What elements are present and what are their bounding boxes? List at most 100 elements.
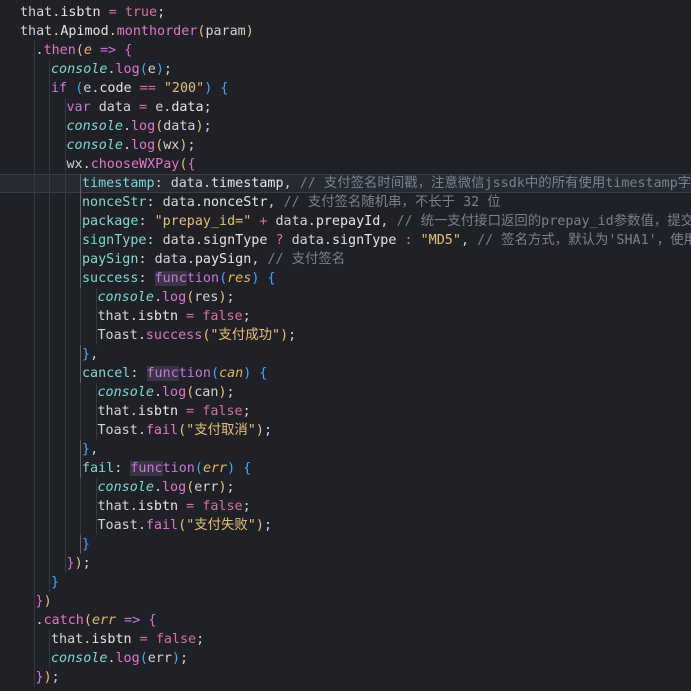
code-line[interactable]: success: function(res) {	[0, 269, 691, 288]
code-text: that.isbtn = false;	[20, 632, 204, 647]
code-token-punc: :	[130, 366, 147, 381]
code-token-brace3: )	[155, 62, 164, 77]
code-line[interactable]: Toast.success("支付成功");	[0, 326, 691, 345]
code-text: var data = e.data;	[20, 100, 212, 115]
code-token-str: "MD5"	[420, 233, 461, 248]
code-line[interactable]: paySign: data.paySign, // 支付签名	[0, 250, 691, 269]
code-token-punc: .	[82, 157, 91, 172]
code-token-punc: ;	[187, 138, 196, 153]
code-token-method: log	[162, 480, 187, 495]
code-text: wx.chooseWXPay({	[20, 157, 196, 172]
code-token-punc: .	[122, 138, 131, 153]
code-line[interactable]: console.log(e);	[0, 60, 691, 79]
code-token-op: ?	[267, 233, 292, 248]
code-token-op: ==	[131, 81, 164, 96]
code-line[interactable]: that.isbtn = false;	[0, 497, 691, 516]
code-line[interactable]: }	[0, 573, 691, 592]
code-line[interactable]: console.log(wx);	[0, 136, 691, 155]
code-line[interactable]: })	[0, 592, 691, 611]
code-token-var: e	[147, 62, 156, 77]
code-token-brace1: )	[280, 328, 289, 343]
code-token-method: log	[115, 62, 140, 77]
code-line[interactable]: console.log(data);	[0, 117, 691, 136]
code-text: fail: function(err) {	[20, 461, 251, 476]
code-token-prop: code	[99, 81, 132, 96]
code-line[interactable]: console.log(res);	[0, 288, 691, 307]
code-token-var: wx	[66, 157, 83, 172]
code-token-brace3: (	[219, 271, 228, 286]
code-line[interactable]: that.isbtn = false;	[0, 402, 691, 421]
code-token-var: res	[194, 290, 219, 305]
code-token-punc: :	[146, 233, 163, 248]
code-token-op: =	[131, 100, 156, 115]
code-line[interactable]: console.log(can);	[0, 383, 691, 402]
code-token-bool: true	[124, 5, 158, 20]
code-token-punc: :	[138, 252, 155, 267]
code-line[interactable]: that.Apimod.monthorder(param)	[0, 22, 691, 41]
code-line[interactable]: Toast.fail("支付取消");	[0, 421, 691, 440]
code-text: },	[20, 442, 98, 457]
code-line[interactable]: }	[0, 535, 691, 554]
code-text: success: function(res) {	[20, 271, 276, 286]
code-text: paySign: data.paySign, // 支付签名	[20, 252, 345, 267]
code-token-arrow: =>	[116, 613, 149, 628]
code-token-comment: // 签名方式，默认为'SHA1'，使用新版支付需	[477, 233, 691, 248]
code-token-str: "支付失败"	[186, 518, 256, 533]
code-line[interactable]: signType: data.signType ? data.signType …	[0, 231, 691, 250]
code-token-punc: ;	[242, 309, 251, 324]
code-line[interactable]: .catch(err => {	[0, 611, 691, 630]
code-token-brace1: )	[245, 24, 254, 39]
code-line[interactable]: timestamp: data.timestamp, // 支付签名时间戳，注意…	[0, 174, 691, 193]
code-line[interactable]: .then(e => {	[0, 41, 691, 60]
code-line[interactable]: },	[0, 345, 691, 364]
code-token-brace2: {	[187, 157, 196, 172]
code-token-comment: // 统一支付接口返回的prepay_id参数值，提交格式如	[396, 214, 691, 229]
code-token-comment: // 支付签名	[267, 252, 346, 267]
code-token-punc: .	[186, 252, 195, 267]
code-token-punc: .	[35, 613, 44, 628]
code-token-brace1: (	[83, 613, 92, 628]
code-token-brace1: )	[43, 670, 52, 685]
code-text: Toast.fail("支付取消");	[20, 423, 273, 438]
code-token-var: wx	[163, 138, 180, 153]
code-token-punc: ,	[90, 347, 99, 362]
code-line[interactable]: wx.chooseWXPay({	[0, 155, 691, 174]
code-text: if (e.code == "200") {	[20, 81, 228, 96]
code-token-punc: .	[122, 119, 131, 134]
code-token-var: err	[147, 651, 172, 666]
code-line[interactable]: Toast.fail("支付失败");	[0, 516, 691, 535]
code-token-brace3: (	[139, 651, 148, 666]
code-line[interactable]: that.isbtn = true;	[0, 3, 691, 22]
code-token-brace3: {	[259, 366, 268, 381]
code-line[interactable]: });	[0, 668, 691, 687]
code-token-arrow: =>	[91, 43, 125, 58]
code-line[interactable]: nonceStr: data.nonceStr, // 支付签名随机串，不长于 …	[0, 193, 691, 212]
code-token-key: fail	[82, 461, 115, 476]
code-line[interactable]: cancel: function(can) {	[0, 364, 691, 383]
code-token-str: "支付成功"	[210, 328, 281, 343]
code-line[interactable]: var data = e.data;	[0, 98, 691, 117]
code-line[interactable]: });	[0, 554, 691, 573]
code-token-brace2: }	[35, 670, 44, 685]
code-line[interactable]: },	[0, 440, 691, 459]
code-line[interactable]: if (e.code == "200") {	[0, 79, 691, 98]
code-line[interactable]: package: "prepay_id=" + data.prepayId, /…	[0, 212, 691, 231]
code-line[interactable]: that.isbtn = false;	[0, 630, 691, 649]
code-token-brace1: )	[195, 119, 204, 134]
code-line[interactable]: console.log(err);	[0, 649, 691, 668]
code-token-prop: isbtn	[137, 404, 179, 419]
code-token-method: chooseWXPay	[90, 157, 180, 172]
code-token-key: package	[82, 214, 139, 229]
code-text: });	[20, 556, 91, 571]
code-token-console: console	[97, 480, 154, 495]
code-token-var: data	[154, 252, 187, 267]
code-area[interactable]: that.isbtn = true; that.Apimod.monthorder…	[0, 3, 691, 687]
code-line[interactable]: fail: function(err) {	[0, 459, 691, 478]
code-editor[interactable]: that.isbtn = true; that.Apimod.monthorder…	[0, 0, 691, 691]
code-line[interactable]: console.log(err);	[0, 478, 691, 497]
code-line[interactable]: that.isbtn = false;	[0, 307, 691, 326]
code-token-hlkw: func	[130, 461, 163, 476]
code-text: cancel: function(can) {	[20, 366, 267, 381]
code-token-punc: ,	[283, 176, 300, 191]
